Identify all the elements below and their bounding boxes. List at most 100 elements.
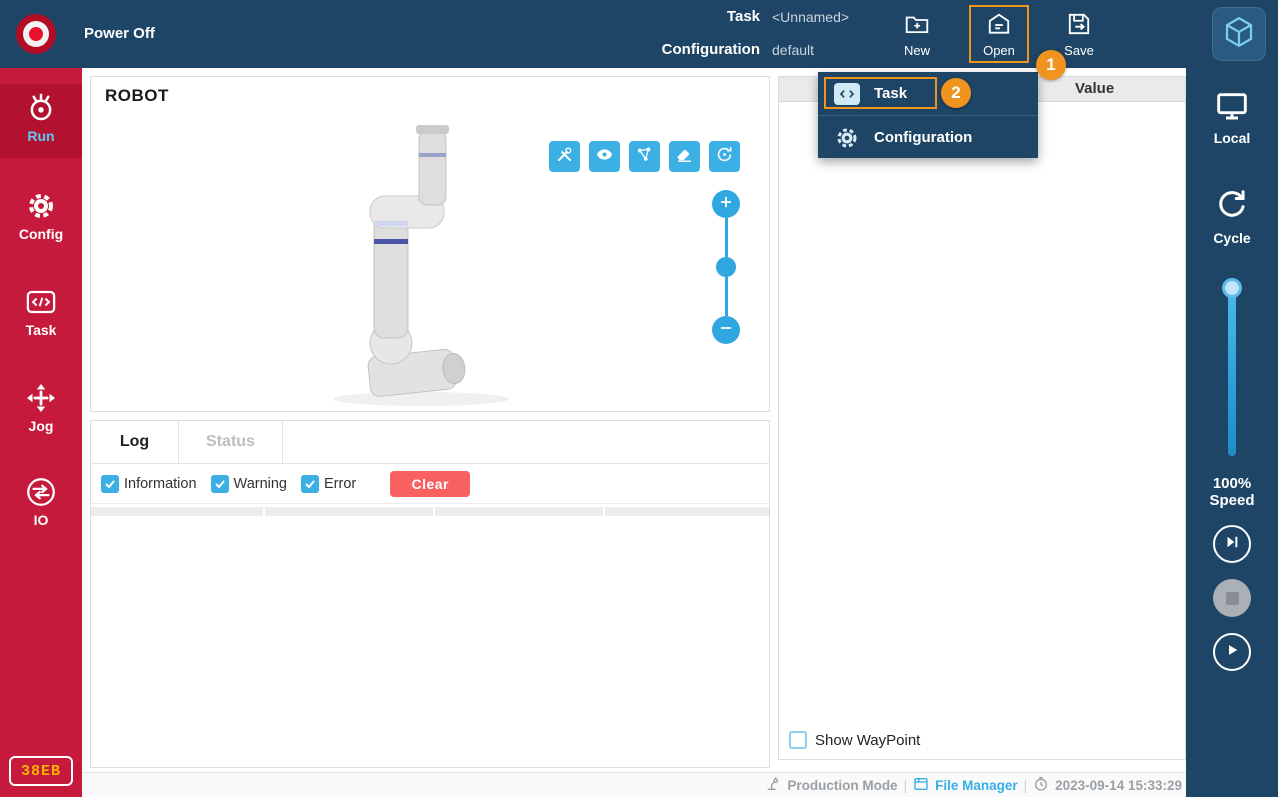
sidebar-item-label: Task bbox=[26, 322, 57, 338]
gear-icon bbox=[26, 190, 56, 222]
open-menu-item-task[interactable]: Task bbox=[818, 72, 1038, 115]
show-waypoint-checkbox[interactable] bbox=[789, 731, 807, 749]
view-visibility-button[interactable] bbox=[589, 141, 620, 172]
log-table-header bbox=[91, 507, 769, 516]
tab-status[interactable]: Status bbox=[179, 421, 283, 463]
power-button[interactable] bbox=[16, 14, 56, 54]
new-button-label: New bbox=[904, 43, 930, 58]
sidebar-item-io[interactable]: IO bbox=[0, 468, 82, 538]
cycle-mode-button[interactable]: Cycle bbox=[1186, 188, 1278, 246]
zoom-out-button[interactable] bbox=[712, 316, 740, 344]
show-waypoint-row: Show WayPoint bbox=[789, 731, 920, 749]
open-button[interactable]: Open bbox=[969, 5, 1029, 63]
configuration-name-value: default bbox=[772, 42, 814, 58]
file-manager-icon bbox=[913, 776, 929, 795]
app-logo bbox=[1212, 7, 1266, 61]
sidebar-item-jog[interactable]: Jog bbox=[0, 374, 82, 444]
stop-icon bbox=[1226, 592, 1239, 605]
cube-logo-icon bbox=[1221, 14, 1257, 55]
log-panel: Log Status Information Warning Error Cle… bbox=[90, 420, 770, 768]
speed-percent-value: 100% bbox=[1186, 475, 1278, 492]
configuration-label: Configuration bbox=[600, 41, 760, 58]
check-icon bbox=[304, 478, 316, 490]
open-menu-configuration-label: Configuration bbox=[874, 129, 972, 146]
variable-panel: Value Show WayPoint bbox=[778, 76, 1186, 760]
sidebar-item-run[interactable]: Run bbox=[0, 84, 82, 158]
log-filter-row: Information Warning Error Clear bbox=[91, 464, 769, 504]
status-bar: Production Mode | File Manager | 2023-09… bbox=[82, 772, 1186, 797]
jog-arrows-icon bbox=[26, 382, 56, 414]
sidebar-item-label: Config bbox=[19, 226, 63, 242]
log-column bbox=[605, 507, 769, 516]
view-joints-button[interactable] bbox=[629, 141, 660, 172]
eye-icon bbox=[595, 145, 614, 169]
step-button[interactable] bbox=[1213, 525, 1251, 563]
view-erase-button[interactable] bbox=[669, 141, 700, 172]
plus-icon bbox=[718, 194, 734, 215]
error-label: Error bbox=[324, 476, 356, 492]
cycle-label: Cycle bbox=[1213, 230, 1250, 246]
separator: | bbox=[1024, 778, 1028, 793]
open-button-label: Open bbox=[983, 43, 1015, 58]
robot-3d-view[interactable]: ROBOT bbox=[90, 76, 770, 412]
power-icon bbox=[23, 21, 49, 47]
robot-arm-icon bbox=[765, 776, 781, 795]
minus-icon bbox=[718, 320, 734, 341]
sidebar-item-task[interactable]: Task bbox=[0, 278, 82, 348]
stop-button[interactable] bbox=[1213, 579, 1251, 617]
production-mode-label: Production Mode bbox=[787, 778, 897, 793]
left-nav-sidebar: Run Config Task Jog bbox=[0, 68, 82, 797]
sidebar-item-label: Run bbox=[27, 128, 54, 144]
speed-slider-track[interactable] bbox=[1228, 286, 1236, 456]
tab-log[interactable]: Log bbox=[91, 421, 179, 463]
task-name-value: <Unnamed> bbox=[772, 9, 849, 25]
play-button[interactable] bbox=[1213, 633, 1251, 671]
warning-checkbox[interactable] bbox=[211, 475, 229, 493]
check-icon bbox=[214, 478, 226, 490]
show-waypoint-label: Show WayPoint bbox=[815, 732, 920, 749]
annotation-step-1-badge: 1 bbox=[1036, 50, 1066, 80]
top-bar: Power Off Task <Unnamed> Configuration d… bbox=[0, 0, 1278, 68]
code-icon bbox=[26, 286, 56, 318]
gear-icon bbox=[834, 126, 860, 150]
new-button[interactable]: New bbox=[889, 5, 945, 63]
sidebar-item-config[interactable]: Config bbox=[0, 182, 82, 252]
power-state-label: Power Off bbox=[84, 0, 155, 68]
open-menu-task-label: Task bbox=[874, 85, 907, 102]
step-forward-icon bbox=[1223, 533, 1241, 556]
task-label: Task bbox=[600, 8, 760, 25]
annotation-step-2-badge: 2 bbox=[941, 78, 971, 108]
linked-nodes-icon bbox=[635, 145, 654, 169]
file-manager-link[interactable]: File Manager bbox=[935, 778, 1018, 793]
save-icon bbox=[1066, 11, 1092, 40]
new-file-icon bbox=[904, 11, 930, 40]
log-column bbox=[91, 507, 263, 516]
open-menu-item-configuration[interactable]: Configuration bbox=[818, 116, 1038, 159]
system-timestamp: 2023-09-14 15:33:29 bbox=[1055, 778, 1182, 793]
open-menu-dropdown: Task Configuration bbox=[818, 72, 1038, 158]
sidebar-item-label: IO bbox=[34, 512, 49, 528]
zoom-in-button[interactable] bbox=[712, 190, 740, 218]
information-checkbox[interactable] bbox=[101, 475, 119, 493]
right-control-sidebar: Local Cycle 100% Speed bbox=[1186, 68, 1278, 797]
zoom-slider-handle[interactable] bbox=[716, 257, 736, 277]
warning-label: Warning bbox=[234, 476, 287, 492]
error-checkbox[interactable] bbox=[301, 475, 319, 493]
local-label: Local bbox=[1214, 130, 1251, 146]
view-reset-button[interactable] bbox=[709, 141, 740, 172]
io-arrows-icon bbox=[26, 476, 56, 508]
device-id-badge: 38EB bbox=[9, 756, 73, 786]
run-icon bbox=[26, 92, 56, 124]
speed-slider-handle[interactable] bbox=[1222, 278, 1242, 298]
rotate-reset-icon bbox=[715, 145, 734, 169]
save-button-label: Save bbox=[1064, 43, 1094, 58]
information-label: Information bbox=[124, 476, 197, 492]
local-mode-button[interactable]: Local bbox=[1186, 90, 1278, 146]
value-column-header: Value bbox=[1075, 80, 1114, 97]
view-tools-button[interactable] bbox=[549, 141, 580, 172]
clear-log-button[interactable]: Clear bbox=[390, 471, 470, 497]
sidebar-item-label: Jog bbox=[29, 418, 54, 434]
cycle-icon bbox=[1215, 188, 1249, 227]
robot-arm-illustration bbox=[91, 77, 769, 411]
open-file-icon bbox=[986, 11, 1012, 40]
